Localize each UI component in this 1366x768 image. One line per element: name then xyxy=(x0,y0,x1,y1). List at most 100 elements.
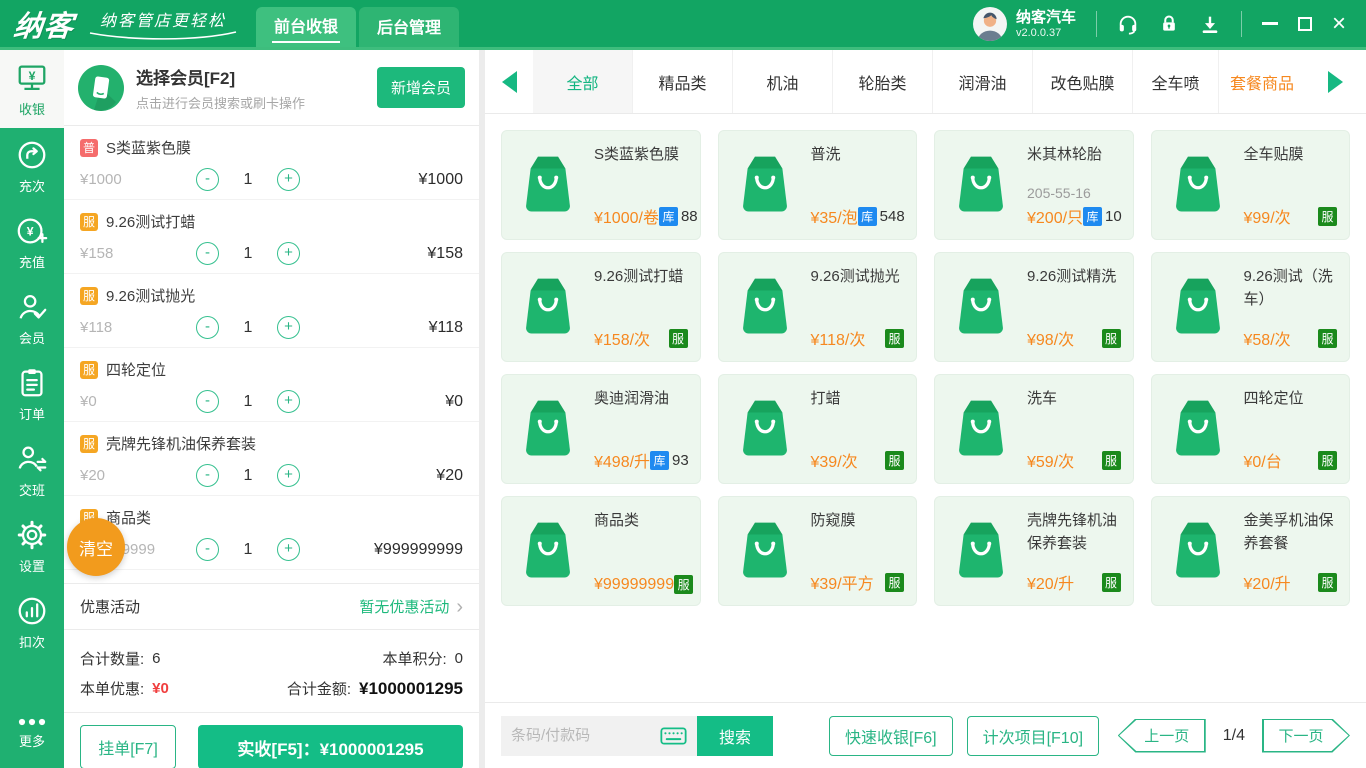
decrease-qty-button[interactable]: - xyxy=(196,316,219,339)
add-member-button[interactable]: 新增会员 xyxy=(376,67,465,108)
shopping-bag-icon xyxy=(1175,400,1220,456)
member-icon xyxy=(19,294,47,319)
customer-service-icon[interactable] xyxy=(1117,13,1139,35)
product-name: 9.26测试（洗车） xyxy=(1243,268,1333,308)
category-tab[interactable]: 全车喷 xyxy=(1133,50,1219,113)
product-price: ¥20/升 xyxy=(1243,576,1291,593)
maximize-button[interactable] xyxy=(1297,16,1312,31)
decrease-qty-button[interactable]: - xyxy=(196,464,219,487)
select-member-bar[interactable]: 选择会员[F2] 点击进行会员搜索或刷卡操作 新增会员 xyxy=(64,50,479,126)
category-tab[interactable]: 机油 xyxy=(733,50,833,113)
product-card[interactable]: 打蜡 ¥39/次 服 xyxy=(717,374,917,484)
cart-item: 服 商品类 ¥99999999 - 1 + ¥999999999 xyxy=(64,496,479,570)
product-card[interactable]: 防窥膜 ¥39/平方 服 xyxy=(717,496,917,606)
product-name: 金美孚机油保养套餐 xyxy=(1243,512,1334,552)
sidebar-item-members[interactable]: 会员 xyxy=(0,280,64,356)
product-card[interactable]: 9.26测试（洗车） ¥58/次 服 xyxy=(1150,252,1350,362)
product-card[interactable]: 米其林轮胎 205-55-16 ¥200/只 库 10 xyxy=(934,130,1134,240)
increase-qty-button[interactable]: + xyxy=(277,390,300,413)
category-tab[interactable]: 全部 xyxy=(533,50,633,113)
sidebar-item-deduct-times[interactable]: 扣次 xyxy=(0,584,64,660)
product-card[interactable]: 金美孚机油保养套餐 ¥20/升 服 xyxy=(1150,496,1350,606)
search-button[interactable]: 搜索 xyxy=(697,715,773,756)
promo-row: 优惠活动 暂无优惠活动 › xyxy=(64,583,479,630)
increase-qty-button[interactable]: + xyxy=(277,168,300,191)
category-tab[interactable]: 润滑油 xyxy=(933,50,1033,113)
sidebar-item-cashier[interactable]: ¥ 收银 xyxy=(0,50,64,128)
select-member-title: 选择会员[F2] xyxy=(136,68,236,88)
promo-link[interactable]: 暂无优惠活动 › xyxy=(359,596,463,617)
cart-panel: 选择会员[F2] 点击进行会员搜索或刷卡操作 新增会员 普 S类蓝紫色膜 ¥10… xyxy=(64,50,479,768)
item-total-price: ¥999999999 xyxy=(374,540,463,558)
product-price: ¥59/次 xyxy=(1027,454,1075,471)
account-texts: 纳客汽车 v2.0.0.37 xyxy=(1016,9,1076,39)
decrease-qty-button[interactable]: - xyxy=(196,168,219,191)
sidebar-item-recharge-times[interactable]: 充次 xyxy=(0,128,64,204)
decrease-qty-button[interactable]: - xyxy=(196,390,219,413)
product-name: 商品类 xyxy=(594,512,640,529)
shopping-bag-icon xyxy=(742,400,787,456)
product-card[interactable]: S类蓝紫色膜 ¥1000/卷 库 88 xyxy=(501,130,701,240)
category-scroll-left-button[interactable] xyxy=(485,50,533,113)
product-card[interactable]: 四轮定位 ¥0/台 服 xyxy=(1150,374,1350,484)
clear-cart-button[interactable]: 清空 xyxy=(67,518,125,576)
download-update-icon[interactable] xyxy=(1199,13,1221,35)
category-tab[interactable]: 套餐商品 xyxy=(1219,50,1305,113)
product-card[interactable]: 全车贴膜 ¥99/次 服 xyxy=(1150,130,1350,240)
svg-text:¥: ¥ xyxy=(27,224,34,238)
count-item-button[interactable]: 计次项目[F10] xyxy=(966,715,1100,756)
nav-tab[interactable]: 后台管理 xyxy=(359,7,460,47)
increase-qty-button[interactable]: + xyxy=(277,316,300,339)
close-button[interactable]: × xyxy=(1332,11,1346,36)
checkout-button[interactable]: 实收[F5]：¥1000001295 xyxy=(198,725,463,768)
product-price: ¥58/次 xyxy=(1243,332,1291,349)
sidebar-item-settings[interactable]: 设置 xyxy=(0,508,64,584)
category-tab[interactable]: 改色贴膜 xyxy=(1033,50,1133,113)
sidebar-nav: ¥ 收银 充次 ¥ 充值 会员 订单 交班 设置 扣次 更多 xyxy=(0,50,64,768)
product-price: ¥200/只 xyxy=(1027,210,1084,227)
hold-order-button[interactable]: 挂单[F7] xyxy=(80,725,176,768)
category-scroll-right-button[interactable] xyxy=(1305,50,1366,113)
item-name: 壳牌先锋机油保养套装 xyxy=(106,436,257,453)
keyboard-icon[interactable] xyxy=(660,726,687,745)
sidebar-item-recharge-money[interactable]: ¥ 充值 xyxy=(0,204,64,280)
cart-item: 服 9.26测试抛光 ¥118 - 1 + ¥118 xyxy=(64,274,479,348)
member-texts: 选择会员[F2] 点击进行会员搜索或刷卡操作 xyxy=(136,64,365,112)
category-tab[interactable]: 精品类 xyxy=(633,50,733,113)
product-card[interactable]: 9.26测试打蜡 ¥158/次 服 xyxy=(501,252,701,362)
increase-qty-button[interactable]: + xyxy=(277,538,300,561)
category-tab[interactable]: 轮胎类 xyxy=(833,50,933,113)
decrease-qty-button[interactable]: - xyxy=(196,242,219,265)
user-avatar[interactable] xyxy=(972,6,1007,41)
shopping-bag-icon xyxy=(742,156,787,212)
decrease-qty-button[interactable]: - xyxy=(196,538,219,561)
product-card[interactable]: 商品类 ¥99999999 服 xyxy=(501,496,701,606)
product-card[interactable]: 奥迪润滑油 ¥498/升 库 93 xyxy=(501,374,701,484)
product-card[interactable]: 洗车 ¥59/次 服 xyxy=(934,374,1134,484)
shopping-bag-icon xyxy=(959,522,1003,578)
item-name: S类蓝紫色膜 xyxy=(106,140,192,157)
sidebar-item-shift-change[interactable]: 交班 xyxy=(0,432,64,508)
quick-cashier-button[interactable]: 快速收银[F6] xyxy=(829,715,953,756)
increase-qty-button[interactable]: + xyxy=(277,242,300,265)
product-price: ¥0/台 xyxy=(1243,454,1282,471)
order-total-value: ¥1000001295 xyxy=(358,678,463,698)
product-card[interactable]: 9.26测试精洗 ¥98/次 服 xyxy=(934,252,1134,362)
minimize-button[interactable] xyxy=(1261,22,1278,25)
product-card[interactable]: 9.26测试抛光 ¥118/次 服 xyxy=(717,252,917,362)
product-card[interactable]: 普洗 ¥35/泡 库 548 xyxy=(717,130,917,240)
product-tag-badge: 服 xyxy=(1318,572,1337,592)
product-card[interactable]: 壳牌先锋机油保养套装 ¥20/升 服 xyxy=(934,496,1134,606)
barcode-input[interactable] xyxy=(511,727,660,744)
nav-tab[interactable]: 前台收银 xyxy=(256,7,357,47)
product-name: 9.26测试抛光 xyxy=(810,268,900,285)
lock-screen-icon[interactable] xyxy=(1159,14,1179,34)
sidebar-item-more[interactable]: 更多 xyxy=(0,698,64,768)
prev-page-button[interactable]: 上一页 xyxy=(1117,718,1206,753)
next-page-button[interactable]: 下一页 xyxy=(1262,718,1350,753)
product-stock-count: 10 xyxy=(1105,207,1122,225)
shopping-bag-icon xyxy=(526,156,570,212)
product-tag-badge: 服 xyxy=(668,328,688,348)
sidebar-item-orders[interactable]: 订单 xyxy=(0,356,64,432)
increase-qty-button[interactable]: + xyxy=(277,464,300,487)
